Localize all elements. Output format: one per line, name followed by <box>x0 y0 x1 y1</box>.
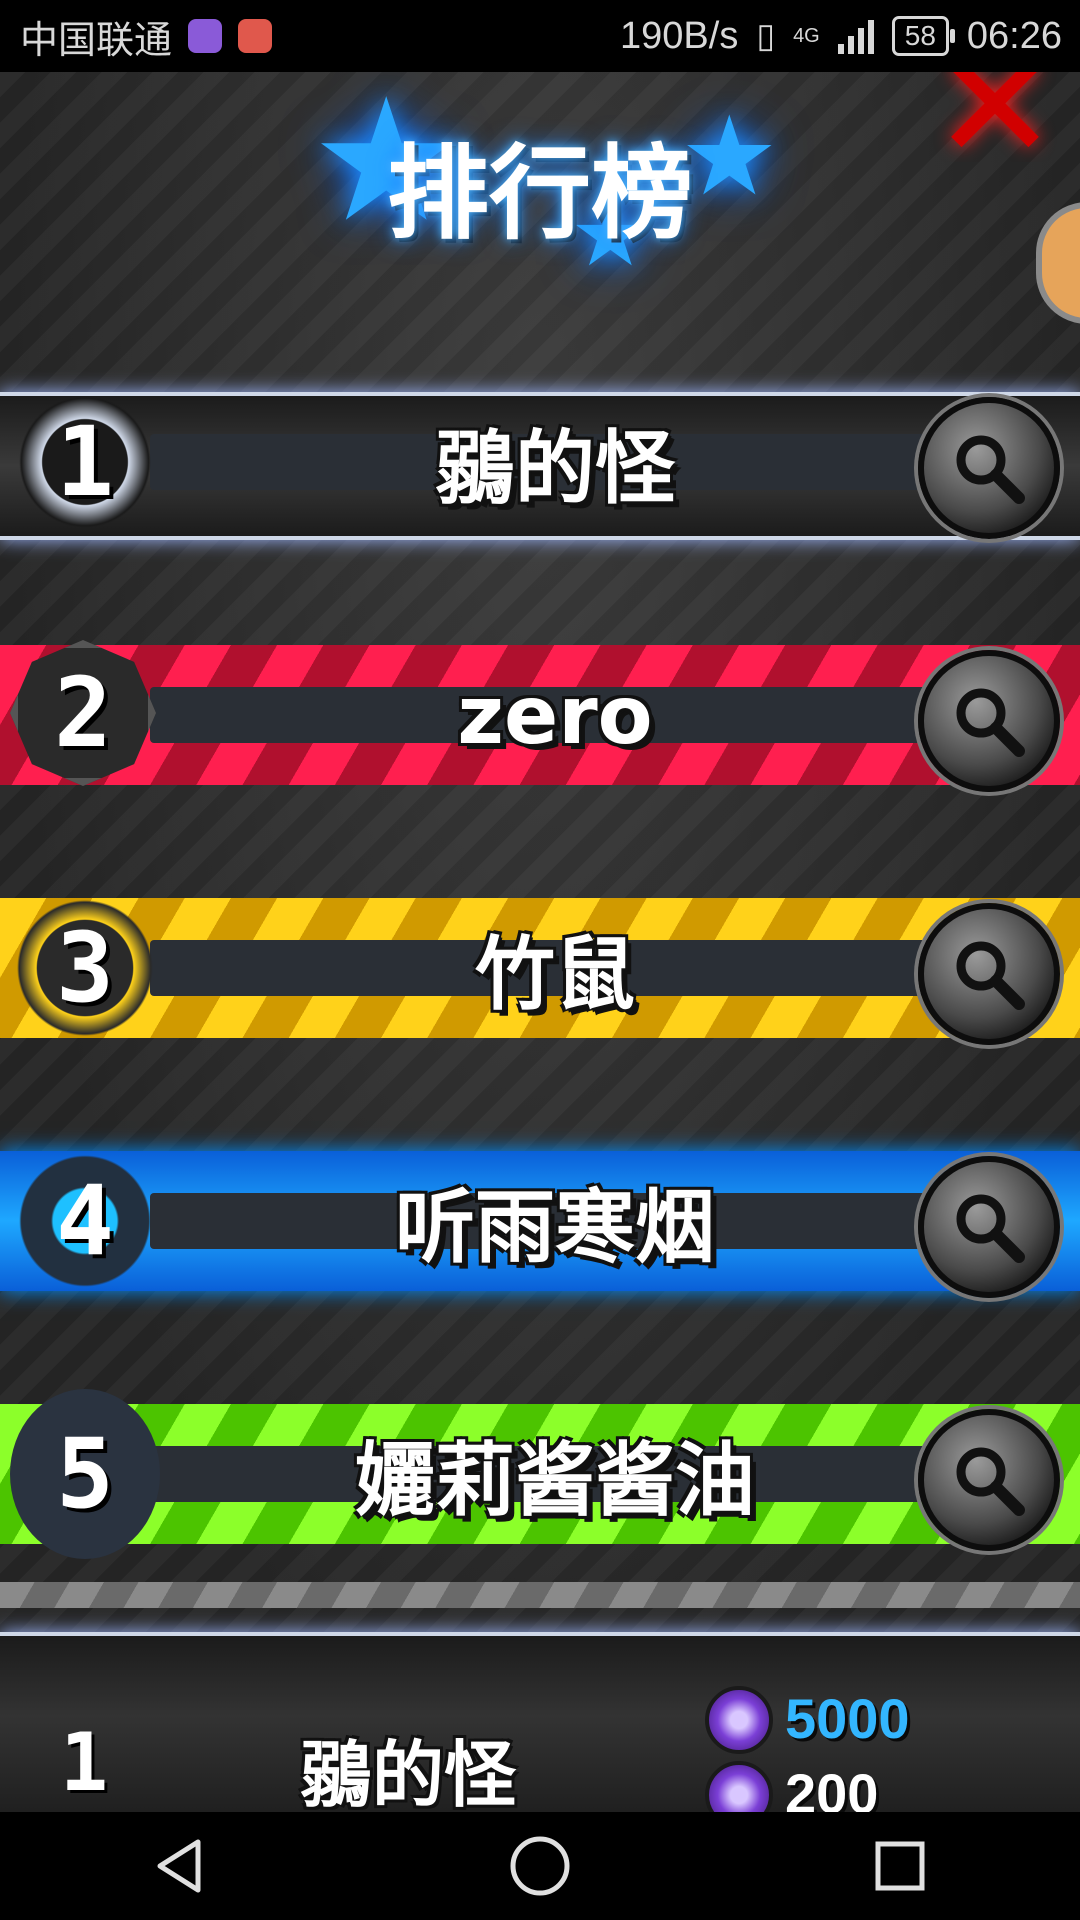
view-player-button[interactable] <box>918 1409 1060 1551</box>
close-button[interactable]: ✕ <box>920 72 1070 162</box>
rank-badge: 3 <box>10 893 160 1043</box>
rank-badge: 2 <box>10 640 156 786</box>
view-player-button[interactable] <box>918 903 1060 1045</box>
leaderboard-row: 4 听雨寒烟 <box>0 1121 1080 1321</box>
score-coin-icon <box>705 1686 773 1754</box>
player-name: 竹鼠 <box>475 928 635 1021</box>
magnifier-icon <box>956 1447 1025 1516</box>
network-type: 4G <box>793 24 820 47</box>
clock: 06:26 <box>966 14 1062 57</box>
signal-icon <box>837 18 874 54</box>
title-banner: ★ ★ ★ 排行榜 <box>300 72 780 312</box>
leaderboard-row: 1 鶸的怪 <box>0 362 1080 562</box>
rank-badge: 5 <box>10 1389 160 1559</box>
back-triangle-icon <box>157 1839 201 1893</box>
player-name: 听雨寒烟 <box>395 1181 715 1274</box>
leaderboard-row: 3 竹鼠 <box>0 868 1080 1068</box>
page-title: 排行榜 <box>387 135 693 254</box>
score-primary: 5000 <box>785 1687 910 1750</box>
recents-square-icon <box>875 1841 925 1891</box>
my-player-name: 鶸的怪 <box>300 1733 517 1812</box>
close-x-icon: ✕ <box>932 72 1058 162</box>
rank-badge: 1 <box>10 387 160 537</box>
magnifier-icon <box>956 941 1025 1010</box>
leaderboard-screen: ★ ★ ★ 排行榜 ✕ 1 鶸的怪 2 zero 3 竹鼠 4 听雨寒烟 5 孋… <box>0 72 1080 1812</box>
leaderboard-row: 2 zero <box>0 615 1080 815</box>
secondary-coin-icon <box>705 1761 773 1812</box>
player-name: 鶸的怪 <box>435 422 675 515</box>
score-secondary: 200 <box>785 1762 879 1812</box>
view-player-button[interactable] <box>918 650 1060 792</box>
leaderboard-row: 5 孋莉酱酱油 <box>0 1374 1080 1574</box>
my-rank-row: 1 鶸的怪 5000 200 <box>0 1632 1080 1812</box>
rank-badge: 4 <box>10 1146 160 1296</box>
vibrate-icon: ▯ <box>756 17 776 55</box>
home-circle-icon <box>510 1836 570 1896</box>
gallery-app-icon <box>188 19 223 53</box>
home-button[interactable] <box>485 1821 595 1911</box>
magnifier-icon <box>956 435 1025 504</box>
recents-button[interactable] <box>845 1821 955 1911</box>
view-player-button[interactable] <box>918 397 1060 539</box>
battery-icon: 58 <box>891 16 956 56</box>
side-tab-button[interactable] <box>1036 202 1080 324</box>
status-bar: 中国联通 190B/s ▯ 4G 58 06:26 <box>0 0 1080 72</box>
magnifier-icon <box>956 1194 1025 1263</box>
section-divider <box>0 1582 1080 1608</box>
carrier-label: 中国联通 <box>20 19 173 62</box>
battery-level: 58 <box>904 20 936 51</box>
tool-app-icon <box>238 19 273 53</box>
network-speed: 190B/s <box>620 14 739 57</box>
player-name: 孋莉酱酱油 <box>355 1434 755 1527</box>
view-player-button[interactable] <box>918 1156 1060 1298</box>
my-rank: 1 <box>60 1716 109 1809</box>
magnifier-icon <box>956 688 1025 757</box>
player-name: zero <box>457 668 653 762</box>
system-nav-bar <box>0 1812 1080 1920</box>
back-button[interactable] <box>125 1821 235 1911</box>
